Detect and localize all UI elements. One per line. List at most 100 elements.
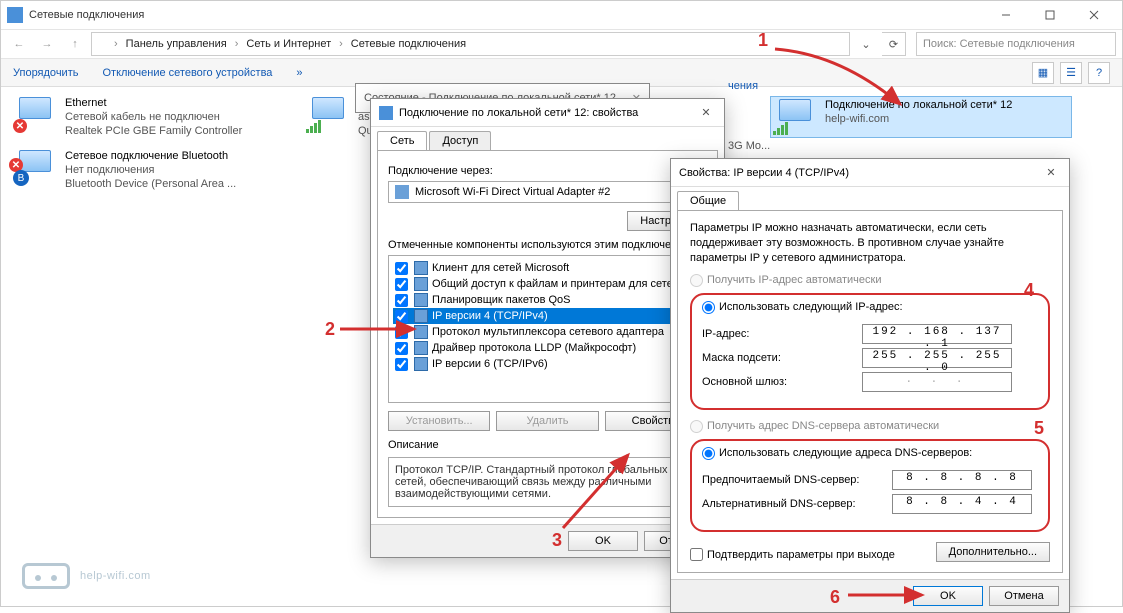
dialog-tabs: Общие	[671, 187, 1069, 210]
help-button[interactable]: ?	[1088, 62, 1110, 84]
component-icon	[414, 341, 428, 355]
radio-dns-auto[interactable]: Получить адрес DNS-сервера автоматически	[690, 420, 1050, 433]
back-button[interactable]: ←	[7, 32, 31, 56]
radio-input[interactable]	[702, 301, 715, 314]
close-icon[interactable]: ✕	[1041, 166, 1061, 179]
adapter-name-value: Microsoft Wi-Fi Direct Virtual Adapter #…	[415, 186, 610, 198]
component-checkbox[interactable]	[395, 358, 408, 371]
history-dropdown[interactable]: ⌄	[854, 32, 878, 56]
signal-bars-icon	[306, 120, 321, 133]
breadcrumb-icon	[96, 37, 110, 51]
ip-address-input[interactable]: 192 . 168 . 137 . 1	[862, 324, 1012, 344]
gateway-label: Основной шлюз:	[702, 376, 862, 388]
annotation-number: 3	[552, 530, 562, 551]
close-button[interactable]	[1072, 1, 1116, 29]
organize-menu[interactable]: Упорядочить	[13, 67, 78, 79]
tab-general[interactable]: Общие	[677, 191, 739, 210]
component-checkbox[interactable]	[395, 342, 408, 355]
adapter-name: Сетевое подключение Bluetooth	[65, 150, 236, 164]
component-checkbox[interactable]	[395, 278, 408, 291]
radio-input[interactable]	[690, 420, 703, 433]
remove-button[interactable]: Удалить	[496, 411, 598, 431]
list-item: Клиент для сетей Microsoft	[393, 260, 702, 276]
radio-ip-auto[interactable]: Получить IP-адрес автоматически	[690, 274, 1050, 287]
component-checkbox[interactable]	[395, 326, 408, 339]
tab-access[interactable]: Доступ	[429, 131, 491, 150]
component-checkbox[interactable]	[395, 294, 408, 307]
refresh-button[interactable]: ⟳	[882, 32, 906, 56]
checkbox-input[interactable]	[690, 548, 703, 561]
ip-fieldset: Использовать следующий IP-адрес: IP-адре…	[690, 293, 1050, 410]
breadcrumb-item[interactable]: Сеть и Интернет	[242, 36, 335, 52]
adapter-name: Подключение по локальной сети* 12	[825, 99, 1012, 113]
dialog-icon	[379, 106, 393, 120]
confirm-on-exit-checkbox[interactable]: Подтвердить параметры при выходе	[690, 548, 895, 561]
ok-button[interactable]: OK	[568, 531, 638, 551]
component-checkbox[interactable]	[395, 262, 408, 275]
component-icon	[414, 309, 428, 323]
cancel-button[interactable]: Отмена	[989, 586, 1059, 606]
breadcrumb[interactable]: › Панель управления› Сеть и Интернет› Се…	[91, 32, 850, 56]
view-icons-button[interactable]: ▦	[1032, 62, 1054, 84]
dns1-label: Предпочитаемый DNS-сервер:	[702, 474, 892, 486]
overflow-menu[interactable]: »	[296, 67, 302, 79]
peek-text: 3G Mo...	[728, 140, 770, 152]
annotation-number: 6	[830, 587, 840, 608]
search-box[interactable]: Поиск: Сетевые подключения	[916, 32, 1116, 56]
advanced-button[interactable]: Дополнительно...	[936, 542, 1050, 562]
ok-button[interactable]: OK	[913, 586, 983, 606]
peek-text: чения	[728, 80, 758, 92]
description-text: Протокол TCP/IP. Стандартный протокол гл…	[388, 457, 707, 507]
preferred-dns-input[interactable]: 8 . 8 . 8 . 8	[892, 470, 1032, 490]
radio-ip-manual[interactable]: Использовать следующий IP-адрес:	[702, 301, 907, 314]
gateway-input[interactable]: . . .	[862, 372, 1012, 392]
component-label: Общий доступ к файлам и принтерам для се…	[432, 278, 679, 290]
radio-input[interactable]	[702, 447, 715, 460]
watermark: help-wifi.com	[22, 563, 151, 589]
alternate-dns-input[interactable]: 8 . 8 . 4 . 4	[892, 494, 1032, 514]
install-button[interactable]: Установить...	[388, 411, 490, 431]
radio-dns-manual[interactable]: Использовать следующие адреса DNS-сервер…	[702, 447, 976, 460]
component-label: IP версии 6 (TCP/IPv6)	[432, 358, 548, 370]
component-icon	[414, 293, 428, 307]
component-label: Протокол мультиплексора сетевого адаптер…	[432, 326, 664, 338]
minimize-button[interactable]	[984, 1, 1028, 29]
dialog-body: Подключение через: Microsoft Wi-Fi Direc…	[377, 150, 718, 518]
adapter-bluetooth[interactable]: ✕B Сетевое подключение Bluetooth Нет под…	[13, 150, 263, 191]
address-bar: ← → ↑ › Панель управления› Сеть и Интерн…	[1, 29, 1122, 59]
dialog-body: Параметры IP можно назначать автоматичес…	[677, 210, 1063, 573]
forward-button[interactable]: →	[35, 32, 59, 56]
adapter-ethernet[interactable]: ✕ Ethernet Сетевой кабель не подключен R…	[13, 97, 263, 138]
close-icon[interactable]: ✕	[696, 106, 716, 119]
description-label: Описание	[388, 439, 707, 451]
up-button[interactable]: ↑	[63, 32, 87, 56]
radio-input[interactable]	[690, 274, 703, 287]
component-label: IP версии 4 (TCP/IPv4)	[432, 310, 548, 322]
network-adapter-icon	[395, 185, 409, 199]
adapter-lan12[interactable]: Подключение по локальной сети* 12 help-w…	[771, 97, 1071, 137]
component-checkbox[interactable]	[395, 310, 408, 323]
components-listbox[interactable]: Клиент для сетей Microsoft Общий доступ …	[388, 255, 707, 403]
tab-network[interactable]: Сеть	[377, 131, 427, 150]
dialog-titlebar[interactable]: Свойства: IP версии 4 (TCP/IPv4) ✕	[671, 159, 1069, 187]
breadcrumb-item[interactable]: Панель управления	[122, 36, 231, 52]
adapter-driver: Bluetooth Device (Personal Area ...	[65, 178, 236, 192]
component-icon	[414, 261, 428, 275]
annotation-number: 5	[1034, 418, 1044, 439]
subnet-mask-input[interactable]: 255 . 255 . 255 . 0	[862, 348, 1012, 368]
list-item: Общий доступ к файлам и принтерам для се…	[393, 276, 702, 292]
ip-label: IP-адрес:	[702, 328, 862, 340]
watermark-text: help-wifi.com	[80, 570, 151, 582]
dialog-title: Свойства: IP версии 4 (TCP/IPv4)	[679, 167, 849, 179]
dns2-label: Альтернативный DNS-сервер:	[702, 498, 892, 510]
radio-label: Использовать следующие адреса DNS-сервер…	[719, 447, 972, 459]
disable-device-button[interactable]: Отключение сетевого устройства	[102, 67, 272, 79]
connect-via-label: Подключение через:	[388, 165, 707, 177]
view-details-button[interactable]: ☰	[1060, 62, 1082, 84]
maximize-button[interactable]	[1028, 1, 1072, 29]
list-item: Драйвер протокола LLDP (Майкрософт)	[393, 340, 702, 356]
radio-label: Получить адрес DNS-сервера автоматически	[707, 420, 939, 432]
intro-text: Параметры IP можно назначать автоматичес…	[690, 221, 1050, 266]
dialog-titlebar[interactable]: Подключение по локальной сети* 12: свойс…	[371, 99, 724, 127]
breadcrumb-item[interactable]: Сетевые подключения	[347, 36, 470, 52]
